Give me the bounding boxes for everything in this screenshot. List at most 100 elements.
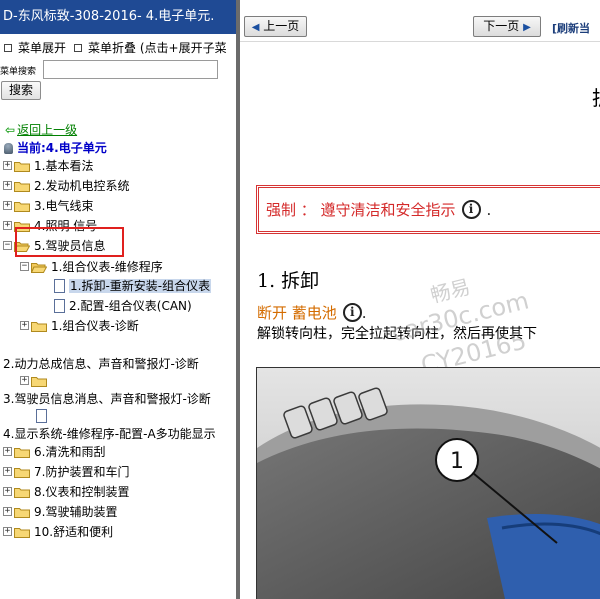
square-icon (4, 43, 12, 52)
plus-box-icon[interactable]: + (3, 487, 12, 496)
tree-item-label: 3.驾驶员信息消息、声音和警报灯-诊断 (3, 392, 211, 406)
minus-box-icon[interactable]: − (3, 241, 12, 250)
folder-icon (14, 181, 30, 192)
plus-box-icon[interactable]: + (3, 201, 12, 210)
triangle-right-icon: ▶ (523, 22, 531, 33)
left-title-bar: D-东风标致-308-2016- 4.电子单元. (0, 0, 237, 34)
search-input[interactable] (43, 60, 218, 79)
tree-item-label: 4.显示系统-维修程序-配置-A多功能显示 (3, 427, 216, 441)
tree-item-label-selected: 1.拆卸-重新安装-组合仪表 (69, 279, 212, 293)
callout-number: 1 (450, 449, 464, 474)
plus-box-icon[interactable]: + (3, 221, 12, 230)
tree-item-6[interactable]: +6.清洗和雨刮 (3, 443, 105, 461)
back-link[interactable]: ⇦ 返回上一级 (5, 121, 77, 138)
disconnect-label[interactable]: 断开 蓄电池 (257, 304, 337, 322)
tree-item-2[interactable]: +2.发动机电控系统 (3, 177, 129, 195)
folder-open-icon (31, 262, 47, 273)
document-icon (54, 278, 65, 293)
highlight-annotation-box (15, 227, 124, 257)
plus-box-icon[interactable]: + (3, 507, 12, 516)
menu-collapse-link[interactable]: 菜单折叠 (点击+展开子菜 (88, 41, 227, 55)
disconnect-instruction: 断开 蓄电池 i. (257, 302, 367, 324)
watermark-line-1: 畅易 (428, 274, 473, 308)
folder-icon (14, 487, 30, 498)
tree-item-label: 10.舒适和便利 (34, 525, 114, 539)
info-circle-icon[interactable]: i (342, 302, 362, 322)
minus-box-icon[interactable]: − (20, 262, 29, 271)
mandatory-notice: 强制 ： 遵守清洁和安全指示 i. (266, 199, 491, 221)
document-title-fragment: 拆 (592, 82, 600, 111)
folder-icon (31, 321, 47, 332)
tree-item-5-3-folder[interactable]: + (20, 372, 51, 390)
instruction-text: 解锁转向柱，完全拉起转向柱，然后再使其下 (257, 326, 537, 342)
tree-item-5-1[interactable]: − 1.组合仪表-维修程序 (20, 258, 163, 276)
folder-icon (31, 376, 47, 387)
tree-item-label: 6.清洗和雨刮 (34, 445, 106, 459)
tree-item-5-4[interactable]: 3.驾驶员信息消息、声音和警报灯-诊断 (3, 390, 211, 408)
tree-item-label: 9.驾驶辅助装置 (34, 505, 118, 519)
tree-item-7[interactable]: +7.防护装置和车门 (3, 463, 129, 481)
section-heading: 1. 拆卸 (257, 270, 320, 292)
tree-item-5-1-2[interactable]: 2.配置-组合仪表(CAN) (54, 297, 192, 315)
folder-icon (14, 467, 30, 478)
back-link-label: 返回上一级 (17, 123, 78, 137)
refresh-link[interactable]: [刷新当 (552, 20, 590, 36)
folder-icon (14, 201, 30, 212)
search-button[interactable]: 搜索 (1, 81, 41, 100)
tree-item-label: 2.发动机电控系统 (34, 179, 130, 193)
tree-item-label: 1.基本看法 (34, 159, 94, 173)
tree-item-label: 7.防护装置和车门 (34, 465, 130, 479)
next-page-label: 下一页 (483, 19, 520, 33)
tree-item-1[interactable]: +1.基本看法 (3, 157, 93, 175)
tree-item-10[interactable]: +10.舒适和便利 (3, 523, 113, 541)
left-pane: D-东风标致-308-2016- 4.电子单元. 菜单展开 菜单折叠 (点击+展开… (0, 0, 237, 599)
tree-item-label: 2.配置-组合仪表(CAN) (69, 299, 192, 313)
tree-item-8[interactable]: +8.仪表和控制装置 (3, 483, 129, 501)
info-circle-icon[interactable]: i (461, 199, 481, 219)
disconnect-dot: . (361, 304, 367, 322)
document-icon (54, 298, 65, 313)
tree-item-label: 3.电气线束 (34, 199, 94, 213)
arrow-left-icon: ⇦ (5, 123, 16, 137)
prev-page-label: 上一页 (263, 19, 300, 33)
dashboard-drawing: 1 (257, 368, 600, 599)
search-label: 菜单搜索 (0, 67, 37, 77)
plus-box-icon[interactable]: + (3, 447, 12, 456)
plus-box-icon[interactable]: + (20, 376, 29, 385)
right-pane: ◀ 上一页 下一页 ▶ [刷新当 拆 强制 ： 遵守清洁和安全指示 i. 1. 拆… (240, 0, 600, 599)
tree-item-label: 2.动力总成信息、声音和警报灯-诊断 (3, 357, 199, 371)
prev-page-button[interactable]: ◀ 上一页 (244, 16, 307, 37)
dashboard-illustration: 1 (256, 367, 600, 599)
plus-box-icon[interactable]: + (3, 527, 12, 536)
folder-icon (14, 507, 30, 518)
triangle-left-icon: ◀ (251, 22, 260, 33)
tree-item-5-4-doc[interactable] (36, 407, 51, 425)
menu-toggles: 菜单展开 菜单折叠 (点击+展开子菜 (4, 39, 227, 56)
tree-item-label: 1.组合仪表-诊断 (51, 319, 139, 333)
folder-icon (14, 161, 30, 172)
pin-icon (4, 143, 13, 154)
current-location: 当前:4.电子单元 (4, 139, 107, 156)
mandatory-dot: . (486, 201, 492, 219)
tree-item-5-1-1[interactable]: 1.拆卸-重新安装-组合仪表 (54, 277, 212, 295)
current-location-label: 当前:4.电子单元 (17, 141, 107, 155)
plus-box-icon[interactable]: + (3, 181, 12, 190)
tree-item-label: 1.组合仪表-维修程序 (51, 260, 163, 274)
tree-item-3[interactable]: +3.电气线束 (3, 197, 93, 215)
tree-item-5-2[interactable]: +1.组合仪表-诊断 (20, 317, 139, 335)
plus-box-icon[interactable]: + (3, 467, 12, 476)
tree-item-5-5[interactable]: 4.显示系统-维修程序-配置-A多功能显示 (3, 425, 216, 443)
folder-icon (14, 527, 30, 538)
plus-box-icon[interactable]: + (20, 321, 29, 330)
tree-item-5-3[interactable]: 2.动力总成信息、声音和警报灯-诊断 (3, 355, 199, 373)
document-icon (36, 408, 47, 423)
next-page-button[interactable]: 下一页 ▶ (473, 16, 541, 37)
menu-expand-link[interactable]: 菜单展开 (18, 41, 66, 55)
tree-item-9[interactable]: +9.驾驶辅助装置 (3, 503, 117, 521)
mandatory-notice-label: 强制 ： 遵守清洁和安全指示 (266, 201, 456, 219)
document-toolbar: ◀ 上一页 下一页 ▶ [刷新当 (240, 0, 600, 42)
tree-item-label: 8.仪表和控制装置 (34, 485, 130, 499)
folder-icon (14, 447, 30, 458)
square-icon (74, 43, 83, 52)
plus-box-icon[interactable]: + (3, 161, 12, 170)
